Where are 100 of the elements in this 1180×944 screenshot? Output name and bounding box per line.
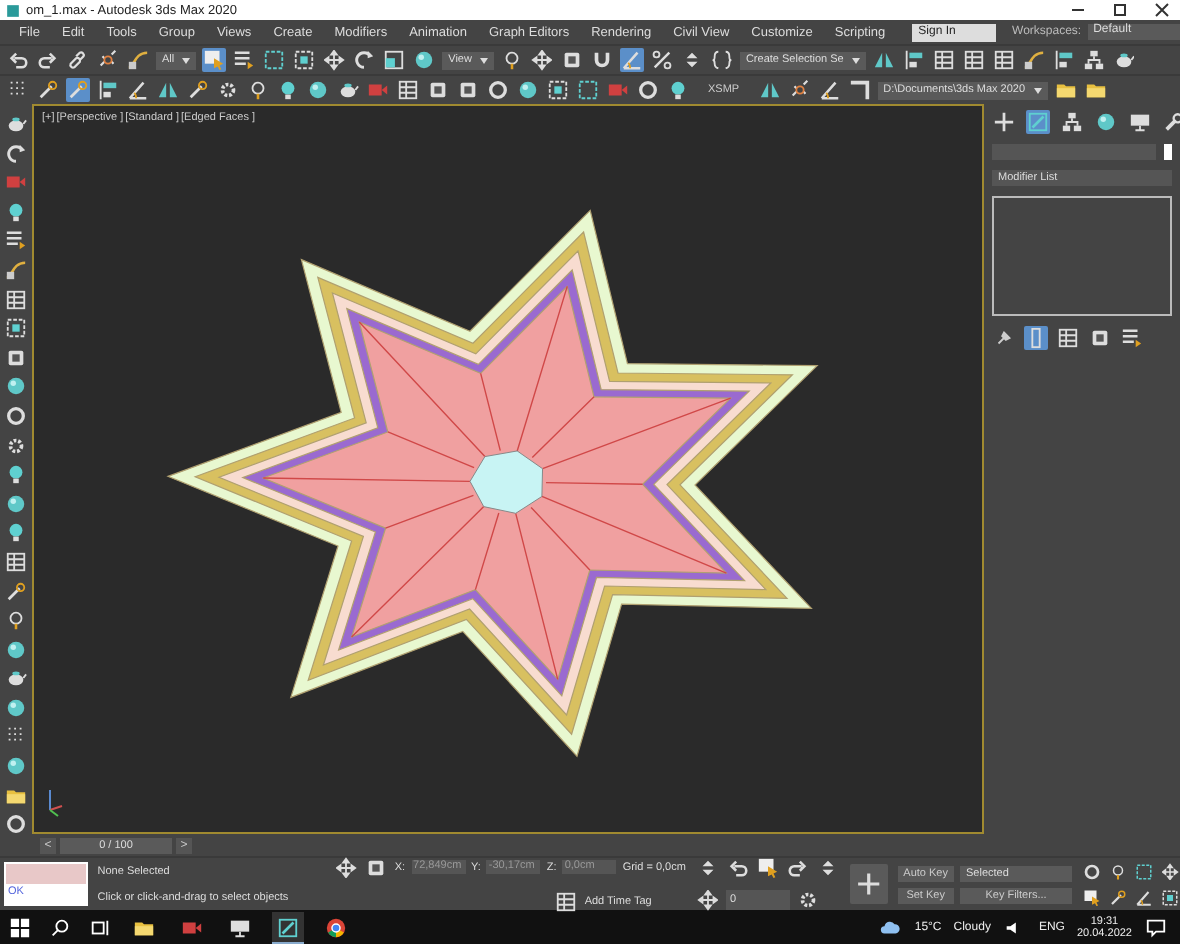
curve-icon[interactable]	[126, 48, 150, 72]
align-icon[interactable]	[96, 78, 120, 102]
taskbar-app[interactable]	[272, 911, 304, 943]
chrome-icon	[324, 915, 348, 939]
table-icon[interactable]	[961, 48, 986, 72]
angle-icon[interactable]	[817, 78, 842, 102]
braces-icon[interactable]	[709, 48, 734, 72]
bars-icon[interactable]	[1024, 326, 1048, 350]
wrench-icon[interactable]	[1162, 110, 1180, 134]
percent-icon[interactable]	[649, 48, 674, 72]
light-icon[interactable]	[4, 199, 28, 224]
sphere-icon[interactable]	[1094, 110, 1118, 134]
sphere-icon[interactable]	[4, 637, 28, 662]
link-icon[interactable]	[66, 48, 90, 72]
list-icon[interactable]	[1120, 326, 1144, 350]
move-icon[interactable]	[322, 48, 347, 72]
sphere-icon[interactable]	[412, 48, 437, 72]
square-icon[interactable]	[456, 78, 480, 102]
plus-icon[interactable]	[992, 110, 1016, 134]
ring-icon[interactable]	[4, 403, 28, 428]
align-icon[interactable]	[1051, 48, 1076, 72]
teapot-icon[interactable]	[4, 112, 28, 136]
move-icon[interactable]	[1160, 861, 1180, 881]
modifier-stack[interactable]	[992, 196, 1172, 316]
caret-icon	[1033, 87, 1042, 93]
caret-icon	[182, 57, 191, 63]
region-icon[interactable]	[1134, 861, 1154, 881]
move-icon[interactable]	[529, 48, 554, 72]
monitor-icon[interactable]	[1128, 110, 1152, 134]
teapot-icon[interactable]	[1111, 48, 1136, 72]
redo-icon[interactable]	[785, 856, 810, 880]
light-icon[interactable]	[666, 78, 690, 102]
undo-icon[interactable]	[725, 856, 750, 880]
light-icon[interactable]	[4, 462, 28, 487]
task-view-icon[interactable]	[88, 915, 112, 939]
move-icon[interactable]	[695, 888, 720, 912]
move-icon[interactable]	[334, 855, 359, 879]
table-icon[interactable]	[1056, 326, 1080, 350]
magnet-icon[interactable]	[589, 48, 614, 72]
search-icon[interactable]	[48, 915, 72, 939]
ring-icon[interactable]	[4, 812, 28, 837]
window-icon[interactable]	[4, 316, 28, 341]
angle-icon[interactable]	[1134, 887, 1154, 907]
curve-icon[interactable]	[4, 257, 28, 282]
curve-icon[interactable]	[1021, 48, 1046, 72]
corner-icon[interactable]	[847, 78, 872, 102]
cursor-icon[interactable]	[1082, 887, 1102, 907]
undo-icon[interactable]	[6, 48, 30, 72]
sphere-icon[interactable]	[306, 78, 330, 102]
mirror-icon[interactable]	[871, 48, 896, 72]
rotate-icon[interactable]	[4, 141, 28, 166]
sphere-icon[interactable]	[4, 754, 28, 779]
graph-icon[interactable]	[1081, 48, 1106, 72]
sphere-icon[interactable]	[516, 78, 540, 102]
redo-icon[interactable]	[36, 48, 60, 72]
windows-start-icon[interactable]	[8, 915, 32, 939]
light-icon[interactable]	[4, 520, 28, 545]
light-icon[interactable]	[276, 78, 300, 102]
rotate-icon[interactable]	[352, 48, 377, 72]
ring-icon[interactable]	[486, 78, 510, 102]
gear-icon[interactable]	[4, 433, 28, 458]
region-icon[interactable]	[576, 78, 600, 102]
region-icon[interactable]	[262, 48, 287, 72]
table-icon[interactable]	[4, 287, 28, 312]
pin-icon[interactable]	[992, 326, 1016, 350]
table-icon[interactable]	[554, 889, 579, 913]
list-icon[interactable]	[232, 48, 257, 72]
teapot-icon[interactable]	[4, 666, 28, 691]
scale-icon[interactable]	[382, 48, 407, 72]
gear-icon[interactable]	[795, 888, 820, 912]
teapot-icon[interactable]	[336, 78, 360, 102]
square-icon[interactable]	[364, 855, 389, 879]
window-icon[interactable]	[292, 48, 317, 72]
color-swatch[interactable]	[1164, 144, 1172, 160]
gear-icon[interactable]	[216, 78, 240, 102]
window-icon[interactable]	[546, 78, 570, 102]
sphere-icon[interactable]	[4, 374, 28, 399]
window-icon[interactable]	[1160, 887, 1180, 907]
angle-icon[interactable]	[619, 48, 644, 72]
cursor-icon[interactable]	[202, 48, 227, 72]
sphere-icon[interactable]	[4, 491, 28, 516]
angle-icon[interactable]	[126, 78, 150, 102]
list-icon[interactable]	[4, 228, 28, 253]
notification-icon[interactable]	[1144, 915, 1168, 939]
square-icon[interactable]	[559, 48, 584, 72]
align-icon[interactable]	[901, 48, 926, 72]
square-icon[interactable]	[1088, 326, 1112, 350]
graph-icon[interactable]	[1060, 110, 1084, 134]
ring-icon[interactable]	[1082, 861, 1102, 881]
table-icon[interactable]	[396, 78, 420, 102]
table-icon[interactable]	[4, 549, 28, 574]
ring-icon[interactable]	[636, 78, 660, 102]
plus-icon[interactable]	[849, 864, 888, 904]
sphere-icon[interactable]	[4, 695, 28, 720]
caret-icon	[479, 57, 488, 63]
table-icon[interactable]	[931, 48, 956, 72]
table-icon[interactable]	[991, 48, 1016, 72]
square-icon[interactable]	[4, 345, 28, 370]
cursor-icon[interactable]	[755, 856, 780, 880]
square-icon[interactable]	[426, 78, 450, 102]
